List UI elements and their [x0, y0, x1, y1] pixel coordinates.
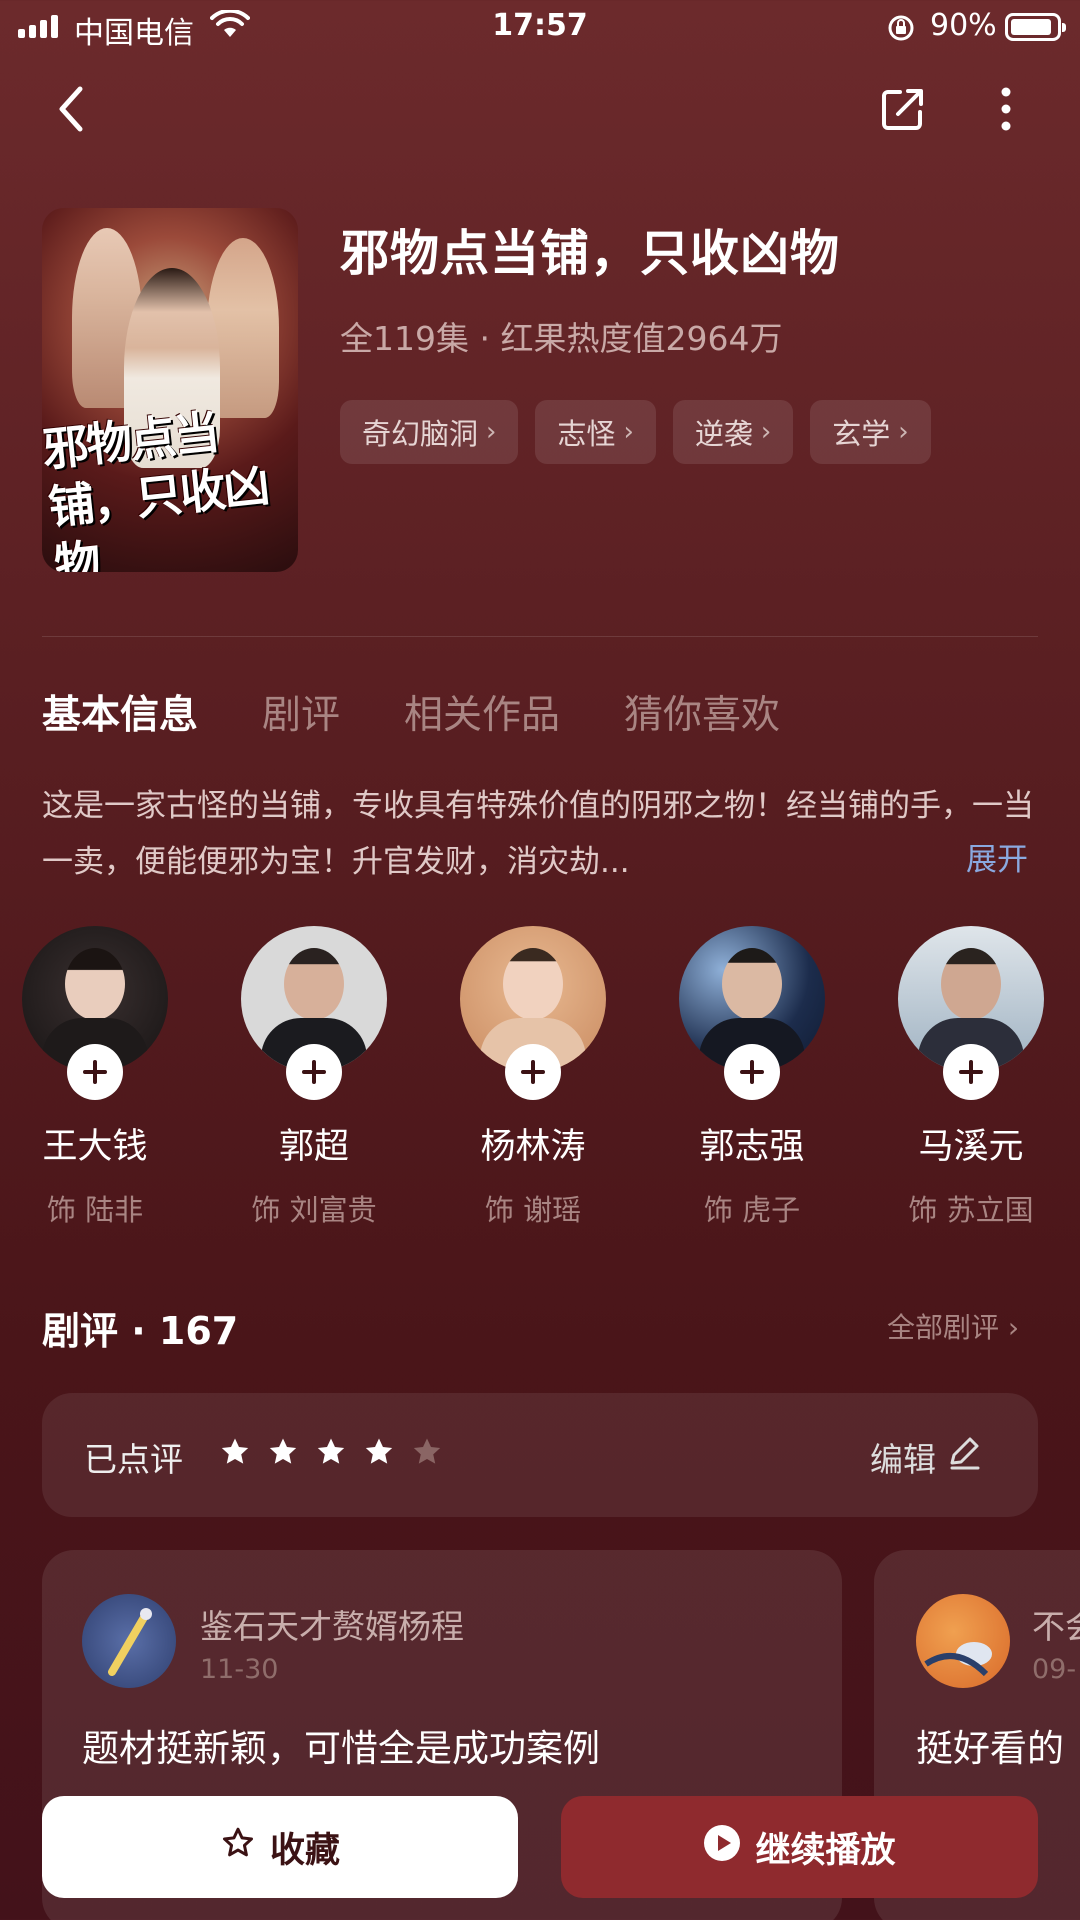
- rated-label: 已点评: [84, 1440, 183, 1479]
- play-label: 继续播放: [755, 1830, 896, 1871]
- star-empty-icon[interactable]: [410, 1435, 444, 1473]
- tab-reviews[interactable]: 剧评: [262, 684, 340, 740]
- star-filled-icon[interactable]: [218, 1435, 252, 1473]
- review-username: 鉴石天才赘婿杨程: [200, 1607, 464, 1646]
- my-rating-card[interactable]: 已点评 编辑: [42, 1393, 1038, 1517]
- chevron-right-icon: ›: [760, 417, 772, 447]
- show-title: 邪物点当铺，只收凶物: [340, 225, 841, 282]
- rotation-lock-icon: [886, 13, 916, 47]
- battery-percent: 90%: [930, 8, 997, 43]
- play-icon: [703, 1824, 741, 1871]
- tag-chip[interactable]: 逆袭 ›: [672, 400, 794, 464]
- cast-member[interactable]: 郭超 饰 刘富贵: [239, 926, 389, 1229]
- follow-plus-icon[interactable]: [724, 1044, 780, 1100]
- tag-label: 玄学: [832, 417, 891, 451]
- all-reviews-link[interactable]: 全部剧评 ›: [887, 1306, 1019, 1346]
- follow-plus-icon[interactable]: [286, 1044, 342, 1100]
- chevron-right-icon: ›: [486, 417, 497, 447]
- tab-related[interactable]: 相关作品: [404, 684, 560, 740]
- back-button[interactable]: [52, 85, 92, 137]
- rating-stars: [218, 1435, 444, 1473]
- battery-icon: [1005, 13, 1066, 41]
- expand-link[interactable]: 展开: [966, 834, 1028, 879]
- cast-member[interactable]: 郭志强 饰 虎子: [677, 926, 827, 1229]
- tab-recommend[interactable]: 猜你喜欢: [624, 684, 780, 740]
- cast-name: 郭志强: [699, 1127, 805, 1167]
- tag-label: 逆袭: [694, 417, 753, 451]
- cast-role: 饰 谢瑶: [484, 1193, 582, 1227]
- tag-label: 志怪: [557, 417, 616, 451]
- synopsis-text: 这是一家古怪的当铺，专收具有特殊价值的阴邪之物！经当铺的手，一当一卖，便能便邪为…: [42, 788, 1034, 880]
- all-reviews-label: 全部剧评: [887, 1311, 1000, 1344]
- chevron-right-icon: ›: [623, 417, 634, 447]
- cast-name: 杨林涛: [480, 1127, 586, 1167]
- more-vertical-icon: [996, 87, 1016, 136]
- chevron-left-icon: [52, 86, 92, 137]
- review-text: 题材挺新颖，可惜全是成功案例: [82, 1727, 600, 1770]
- cast-role: 饰 刘富贵: [251, 1193, 377, 1227]
- follow-plus-icon[interactable]: [67, 1044, 123, 1100]
- cast-name: 马溪元: [918, 1127, 1024, 1167]
- star-filled-icon[interactable]: [314, 1435, 348, 1473]
- chevron-right-icon: ›: [898, 417, 909, 447]
- cast-member[interactable]: 杨林涛 饰 谢瑶: [458, 926, 608, 1229]
- tag-label: 奇幻脑洞: [362, 417, 479, 451]
- tag-chip[interactable]: 玄学 ›: [810, 400, 931, 464]
- review-date: 09-: [1032, 1654, 1077, 1685]
- avatar: [82, 1594, 176, 1688]
- star-filled-icon[interactable]: [362, 1435, 396, 1473]
- chevron-right-icon: ›: [1007, 1311, 1020, 1344]
- cast-member[interactable]: 马溪元 饰 苏立国: [896, 926, 1046, 1229]
- share-icon: [880, 89, 926, 136]
- tab-bar: 基本信息 剧评 相关作品 猜你喜欢: [42, 684, 780, 740]
- cast-role: 饰 苏立国: [908, 1193, 1034, 1227]
- poster-image[interactable]: 邪物点当铺，只收凶物: [42, 208, 298, 572]
- reviews-heading: 剧评 · 167: [42, 1309, 239, 1353]
- edit-review-button[interactable]: 编辑: [870, 1433, 982, 1481]
- continue-play-button[interactable]: 继续播放: [561, 1796, 1038, 1898]
- follow-plus-icon[interactable]: [505, 1044, 561, 1100]
- favorite-label: 收藏: [269, 1830, 340, 1871]
- review-username: 不会: [1032, 1607, 1080, 1646]
- divider: [42, 636, 1038, 637]
- cast-role: 饰 虎子: [703, 1193, 801, 1227]
- pencil-icon: [946, 1435, 982, 1479]
- tag-list: 奇幻脑洞 › 志怪 › 逆袭 › 玄学 ›: [340, 400, 931, 464]
- avatar: [916, 1594, 1010, 1688]
- poster-title-art: 邪物点当铺，只收凶物: [42, 404, 271, 572]
- cast-name: 郭超: [278, 1127, 349, 1167]
- cast-name: 王大钱: [42, 1127, 148, 1167]
- status-bar: 中国电信 17:57 90%: [0, 0, 1080, 54]
- tab-basic-info[interactable]: 基本信息: [42, 684, 198, 740]
- cast-role: 饰 陆非: [46, 1193, 144, 1227]
- review-text: 挺好看的: [916, 1727, 1064, 1770]
- tag-chip[interactable]: 奇幻脑洞 ›: [340, 400, 519, 464]
- favorite-button[interactable]: 收藏: [42, 1796, 518, 1898]
- tag-chip[interactable]: 志怪 ›: [535, 400, 656, 464]
- follow-plus-icon[interactable]: [943, 1044, 999, 1100]
- star-outline-icon: [220, 1825, 256, 1870]
- cast-member[interactable]: 王大钱 饰 陆非: [20, 926, 170, 1229]
- review-date: 11-30: [200, 1654, 279, 1685]
- clock: 17:57: [492, 8, 588, 43]
- edit-label: 编辑: [870, 1440, 936, 1479]
- more-button[interactable]: [996, 86, 1016, 136]
- star-filled-icon[interactable]: [266, 1435, 300, 1473]
- share-button[interactable]: [880, 86, 926, 136]
- show-meta: 全119集 · 红果热度值2964万: [340, 319, 783, 358]
